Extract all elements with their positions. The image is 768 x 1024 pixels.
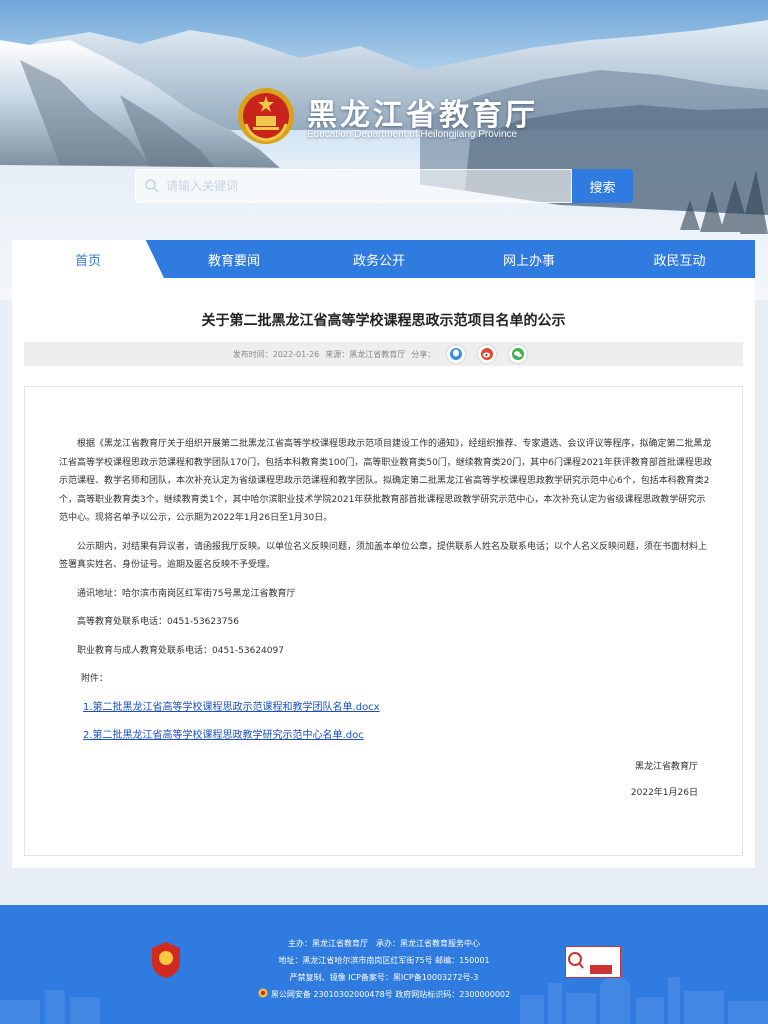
- contact-address: 通讯地址：哈尔滨市南岗区红军街75号黑龙江省教育厅: [77, 588, 296, 599]
- tab-online-services[interactable]: 网上办事: [454, 240, 604, 278]
- article-panel: 关于第二批黑龙江省高等学校课程思政示范项目名单的公示 发布时间：2022-01-…: [12, 278, 755, 868]
- footer-icp[interactable]: 严禁复制、镜像 ICP备案号：黑ICP备10003272号-3: [0, 969, 768, 986]
- article-title: 关于第二批黑龙江省高等学校课程思政示范项目名单的公示: [201, 313, 566, 329]
- national-emblem-icon: [238, 88, 294, 144]
- attachment-link-1[interactable]: 1.第二批黑龙江省高等学校课程思政示范课程和教学团队名单.docx: [59, 699, 714, 718]
- site-subtitle: Education Department of Heilongjiang Pro…: [307, 129, 518, 140]
- sign-date: 2022年1月26日: [630, 788, 698, 798]
- attachments-label: 附件：: [81, 674, 109, 684]
- article-paragraph: 公示期内，对结果有异议者，请函报我厅反映。以单位名义反映问题，须加盖本单位公章，…: [59, 541, 708, 571]
- signature: 黑龙江省教育厅: [634, 762, 698, 772]
- vocational-ed-phone: 职业教育与成人教育处联系电话：0451-53624097: [77, 645, 284, 656]
- article-source: 来源：黑龙江省教育厅: [325, 349, 406, 359]
- search-button[interactable]: 搜索: [572, 169, 633, 203]
- share-label: 分享：: [411, 349, 436, 359]
- tab-government-affairs[interactable]: 政务公开: [304, 240, 454, 278]
- article-body-box: 根据《黑龙江省教育厅关于组织开展第二批黑龙江省高等学校课程思政示范项目建设工作的…: [24, 386, 743, 856]
- publish-date: 发布时间：2022-01-26: [232, 349, 320, 359]
- attachment-link-2[interactable]: 2.第二批黑龙江省高等学校课程思政教学研究示范中心名单.doc: [59, 727, 714, 746]
- footer-police-record[interactable]: 黑公网安备 23010302000478号 政府网站标识码：2300000002: [0, 986, 768, 1003]
- footer-sponsor: 主办：黑龙江省教育厅 承办：黑龙江省教育服务中心: [288, 939, 480, 948]
- gov-site-error-report-badge[interactable]: [565, 946, 621, 978]
- higher-ed-phone: 高等教育处联系电话：0451-53623756: [77, 617, 239, 627]
- tab-education-news[interactable]: 教育要闻: [164, 240, 304, 278]
- police-badge-icon: [258, 988, 268, 998]
- article-body: 根据《黑龙江省教育厅关于组织开展第二批黑龙江省高等学校课程思政示范项目建设工作的…: [59, 435, 714, 746]
- find-error-badge-icon: [568, 951, 618, 974]
- search-input[interactable]: [166, 179, 546, 193]
- tab-public-interaction[interactable]: 政民互动: [604, 240, 755, 278]
- footer: 主办：黑龙江省教育厅 承办：黑龙江省教育服务中心 地址：黑龙江省哈尔滨市南岗区红…: [0, 905, 768, 1024]
- main-nav: 首页 教育要闻 政务公开 网上办事 政民互动: [12, 240, 755, 278]
- share-weibo-icon[interactable]: [477, 344, 498, 364]
- article-meta-bar: 发布时间：2022-01-26 来源：黑龙江省教育厅 分享：: [24, 342, 743, 366]
- search-icon: [145, 179, 159, 193]
- footer-address: 地址：黑龙江省哈尔滨市南岗区红军街75号 邮编：150001: [278, 956, 490, 965]
- share-wechat-icon[interactable]: [508, 344, 529, 364]
- site-title: 黑龙江省教育厅: [307, 98, 538, 133]
- tab-home[interactable]: 首页: [12, 240, 164, 278]
- footer-info: 主办：黑龙江省教育厅 承办：黑龙江省教育服务中心 地址：黑龙江省哈尔滨市南岗区红…: [0, 935, 768, 1003]
- article-paragraph: 根据《黑龙江省教育厅关于组织开展第二批黑龙江省高等学校课程思政示范项目建设工作的…: [59, 439, 712, 523]
- share-qq-icon[interactable]: [446, 344, 467, 364]
- search-box: [135, 169, 572, 203]
